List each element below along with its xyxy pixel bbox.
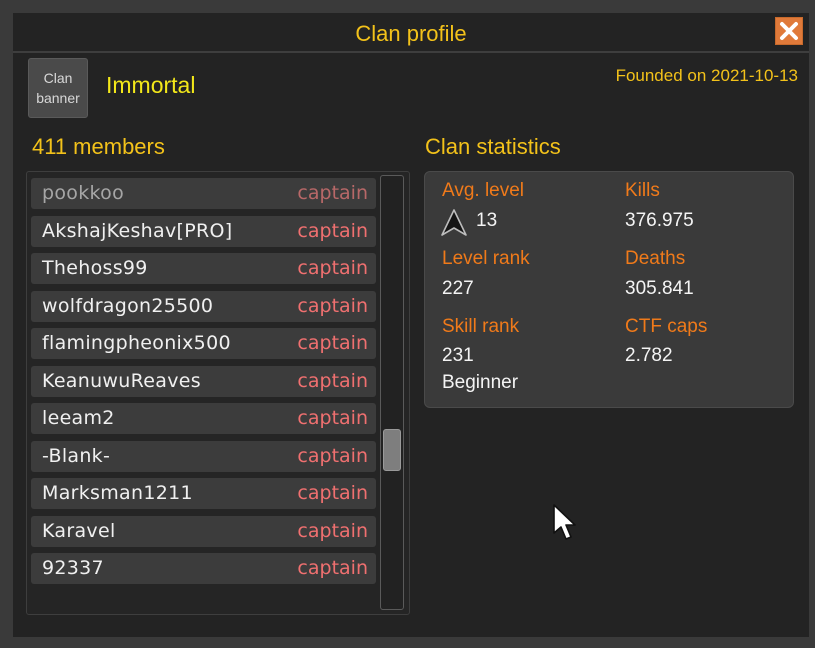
member-row[interactable]: AkshajKeshav[PRO] captain bbox=[31, 215, 376, 247]
member-rank: captain bbox=[297, 519, 368, 542]
member-row[interactable]: Marksman1211 captain bbox=[31, 478, 376, 509]
member-row[interactable]: leeam2 captain bbox=[31, 403, 376, 434]
ctf-caps-label: CTF caps bbox=[625, 316, 708, 337]
deaths-value: 305.841 bbox=[625, 278, 694, 299]
member-name: 92337 bbox=[42, 557, 104, 579]
close-button[interactable] bbox=[775, 17, 803, 45]
member-row[interactable]: Thehoss99 captain bbox=[31, 253, 376, 284]
member-rank: captain bbox=[297, 482, 368, 504]
member-row[interactable]: 92337 captain bbox=[31, 553, 376, 584]
ctf-caps-value: 2.782 bbox=[625, 345, 673, 366]
founded-date: Founded on 2021-10-13 bbox=[615, 66, 798, 85]
close-icon bbox=[780, 22, 798, 40]
member-rank: captain bbox=[297, 557, 368, 579]
mouse-cursor-icon bbox=[553, 504, 576, 540]
skill-rank-value: 231 bbox=[442, 345, 474, 366]
member-rank: captain bbox=[297, 407, 368, 429]
members-scrollbar[interactable] bbox=[380, 175, 404, 610]
member-name: leeam2 bbox=[42, 407, 115, 429]
member-name: flamingpheonix500 bbox=[42, 332, 231, 354]
member-rank: captain bbox=[297, 294, 368, 317]
skill-tier: Beginner bbox=[442, 372, 519, 393]
member-row[interactable]: pookkoo captain bbox=[31, 178, 376, 209]
member-row[interactable]: flamingpheonix500 captain bbox=[31, 328, 376, 359]
member-rank: captain bbox=[297, 332, 368, 354]
avg-level-label: Avg. level bbox=[442, 180, 525, 201]
member-rank: captain bbox=[297, 369, 368, 392]
stats-panel: Avg. level 13 Kills 376.975 Level rank 2… bbox=[424, 171, 794, 408]
skill-rank-label: Skill rank bbox=[442, 316, 520, 337]
member-name: -Blank- bbox=[42, 444, 111, 467]
avg-level-value: 13 bbox=[476, 210, 498, 231]
member-rank: captain bbox=[297, 182, 368, 204]
member-rank: captain bbox=[297, 257, 368, 279]
member-name: wolfdragon25500 bbox=[42, 294, 214, 317]
member-row[interactable]: wolfdragon25500 captain bbox=[31, 290, 376, 322]
member-rank: captain bbox=[297, 444, 368, 467]
scroll-thumb[interactable] bbox=[383, 429, 401, 471]
members-heading: 411 members bbox=[32, 134, 165, 159]
member-name: pookkoo bbox=[42, 182, 124, 204]
level-chevron-icon bbox=[441, 209, 467, 236]
level-rank-value: 227 bbox=[442, 278, 474, 299]
member-name: Marksman1211 bbox=[42, 482, 193, 504]
clan-banner[interactable]: Clan banner bbox=[28, 58, 88, 118]
members-list[interactable]: pookkoo captain AkshajKeshav[PRO] captain Th… bbox=[26, 171, 410, 615]
member-name: KeanuwuReaves bbox=[42, 369, 201, 392]
stats-heading: Clan statistics bbox=[425, 134, 561, 159]
member-row[interactable]: -Blank-captain bbox=[31, 440, 376, 472]
member-name: AkshajKeshav[PRO] bbox=[42, 219, 233, 242]
kills-value: 376.975 bbox=[625, 210, 694, 231]
level-rank-label: Level rank bbox=[442, 248, 530, 269]
titlebar: Clan profile bbox=[13, 13, 809, 53]
window-title: Clan profile bbox=[355, 21, 467, 46]
member-name: Thehoss99 bbox=[42, 257, 148, 279]
kills-label: Kills bbox=[625, 180, 660, 201]
member-row[interactable]: KeanuwuReaves captain bbox=[31, 365, 376, 397]
member-rank: captain bbox=[297, 219, 368, 242]
clan-profile-window: Clan profile Clan banner Immortal Founde… bbox=[13, 13, 809, 637]
member-name: Karavel bbox=[42, 519, 116, 542]
clan-name: Immortal bbox=[106, 72, 196, 98]
deaths-label: Deaths bbox=[625, 248, 686, 269]
member-row[interactable]: Karavel captain bbox=[31, 515, 376, 547]
